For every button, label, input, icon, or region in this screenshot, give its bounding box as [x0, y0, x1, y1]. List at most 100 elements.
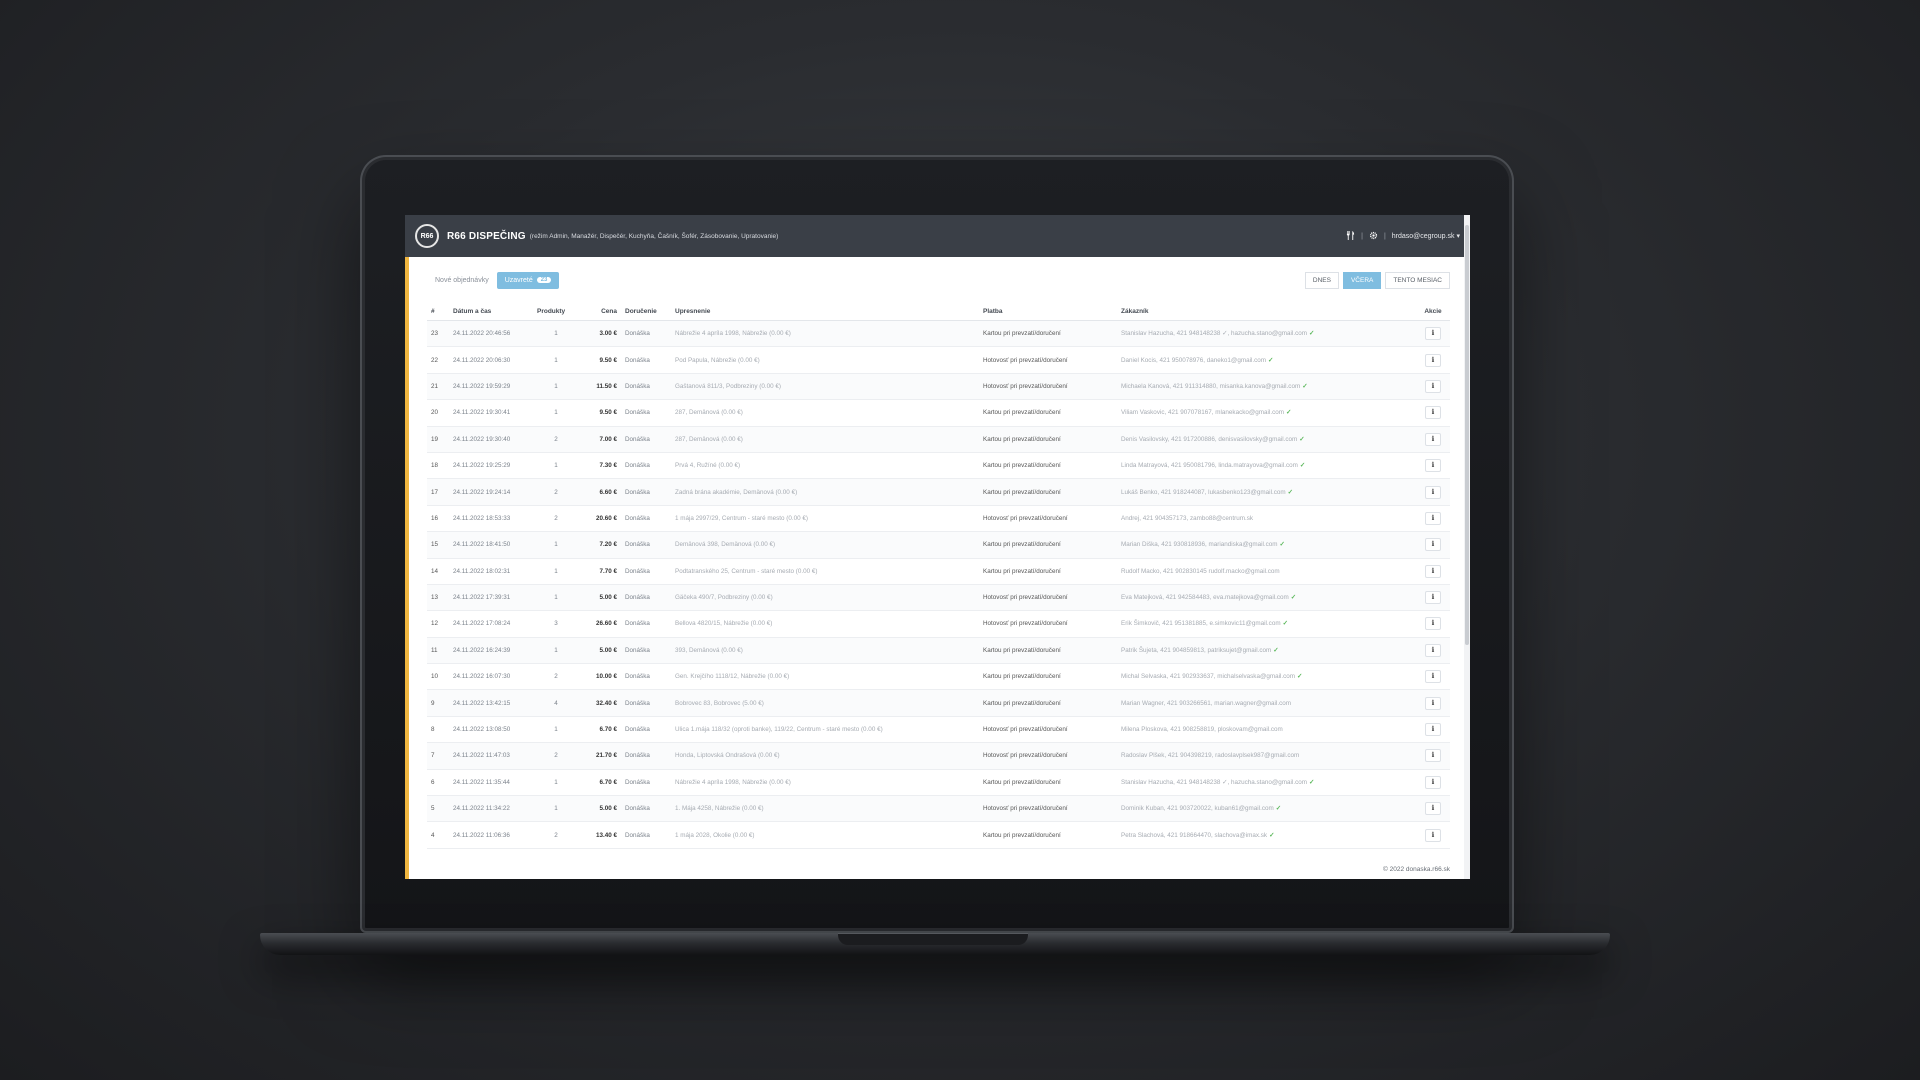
cell-price-text: 9.50 € [599, 409, 617, 417]
cell-products: 2 [533, 742, 579, 770]
cell-price: 5.00 € [579, 637, 621, 665]
cell-payment-text: Hotovosť pri prevzatí/doručení [983, 752, 1068, 760]
cell-products-text: 2 [554, 514, 558, 522]
verified-check-icon: ✓ [1285, 409, 1292, 417]
tabs-row: Nové objednávky Uzavreté 23 DNES VČERA T… [427, 269, 1450, 291]
cell-products: 1 [533, 399, 579, 427]
tab-closed[interactable]: Uzavreté 23 [496, 271, 560, 289]
table-row[interactable]: 13 24.11.2022 17:39:31 1 5.00 € Donáška Gäček… [427, 584, 1450, 612]
cell-customer-text: Michaela Kanová, 421 911314880, misanka.… [1121, 382, 1301, 390]
order-detail-button[interactable]: ℹ [1425, 564, 1441, 578]
table-row[interactable]: 8 24.11.2022 13:08:50 1 6.70 € Donáška Ulica … [427, 716, 1450, 744]
cell-id: 23 [427, 320, 449, 348]
brand-logo[interactable]: R66 [415, 224, 439, 248]
order-detail-button[interactable]: ℹ [1425, 617, 1441, 631]
cell-id: 10 [427, 663, 449, 691]
table-row[interactable]: 7 24.11.2022 11:47:03 2 21.70 € Donáška Honda… [427, 742, 1450, 770]
table-row[interactable]: 9 24.11.2022 13:42:15 4 32.40 € Donáška Bobro… [427, 689, 1450, 717]
order-detail-button[interactable]: ℹ [1425, 591, 1441, 605]
table-row[interactable]: 5 24.11.2022 11:34:22 1 5.00 € Donáška 1. Máj… [427, 795, 1450, 823]
scrollbar-thumb[interactable] [1465, 225, 1469, 645]
cell-note-text: Nábrežie 4 apríla 1998, Nábrežie (0.00 €… [675, 330, 791, 338]
order-detail-button[interactable]: ℹ [1425, 723, 1441, 737]
filter-today-button[interactable]: DNES [1304, 271, 1339, 289]
cell-products: 2 [533, 821, 579, 849]
order-detail-button[interactable]: ℹ [1425, 432, 1441, 446]
order-detail-button[interactable]: ℹ [1425, 406, 1441, 420]
order-detail-button[interactable]: ℹ [1425, 749, 1441, 763]
cell-delivery-text: Donáška [625, 356, 650, 364]
cell-price-text: 5.00 € [599, 594, 617, 602]
order-detail-button[interactable]: ℹ [1425, 379, 1441, 393]
order-detail-button[interactable]: ℹ [1425, 353, 1441, 367]
cell-delivery-text: Donáška [625, 831, 650, 839]
order-detail-button[interactable]: ℹ [1425, 828, 1441, 842]
filter-yesterday-button[interactable]: VČERA [1342, 271, 1382, 289]
cell-price: 26.60 € [579, 610, 621, 638]
cell-datetime-text: 24.11.2022 19:24:14 [453, 488, 511, 496]
cell-payment-text: Kartou pri prevzatí/doručení [983, 409, 1061, 417]
filter-this-month-button[interactable]: TENTO MESIAC [1385, 271, 1450, 289]
cell-payment: Kartou pri prevzatí/doručení [979, 531, 1117, 559]
order-detail-button[interactable]: ℹ [1425, 511, 1441, 525]
scrollbar[interactable] [1464, 215, 1470, 879]
cell-actions: ℹ [1416, 610, 1450, 638]
cell-price-text: 20.60 € [595, 514, 617, 522]
cell-products: 2 [533, 505, 579, 533]
order-detail-button[interactable]: ℹ [1425, 670, 1441, 684]
cell-payment-text: Kartou pri prevzatí/doručení [983, 330, 1061, 338]
order-detail-button[interactable]: ℹ [1425, 696, 1441, 710]
cell-customer-text: Denis Vasilovsky, 421 917200886, denisva… [1121, 435, 1298, 443]
table-row[interactable]: 20 24.11.2022 19:30:41 1 9.50 € Donáška 287, … [427, 399, 1450, 427]
table-row[interactable]: 14 24.11.2022 18:02:31 1 7.70 € Donáška Podta… [427, 558, 1450, 585]
order-detail-button[interactable]: ℹ [1425, 802, 1441, 816]
table-row[interactable]: 19 24.11.2022 19:30:40 2 7.00 € Donáška 287, … [427, 426, 1450, 453]
cell-price-text: 9.50 € [599, 356, 617, 364]
cell-customer-text: Radoslav Plšek, 421 904398219, radoslavp… [1121, 752, 1300, 760]
cell-payment-text: Kartou pri prevzatí/doručení [983, 435, 1061, 443]
cell-customer-text: Marian Diška, 421 930818936, mariandiska… [1121, 541, 1278, 549]
table-row[interactable]: 22 24.11.2022 20:06:30 1 9.50 € Donáška Pod P… [427, 346, 1450, 374]
restaurant-icon[interactable] [1346, 230, 1355, 242]
cell-payment-text: Kartou pri prevzatí/doručení [983, 831, 1061, 839]
order-detail-button[interactable]: ℹ [1425, 643, 1441, 657]
order-detail-button[interactable]: ℹ [1425, 327, 1441, 341]
cell-id-text: 16 [431, 514, 439, 522]
table-row[interactable]: 15 24.11.2022 18:41:50 1 7.20 € Donáška Demän… [427, 531, 1450, 559]
cell-datetime-text: 24.11.2022 20:06:30 [453, 356, 511, 364]
table-row[interactable]: 18 24.11.2022 19:25:29 1 7.30 € Donáška Prvá … [427, 452, 1450, 480]
table-row[interactable]: 17 24.11.2022 19:24:14 2 6.60 € Donáška Zadná… [427, 478, 1450, 506]
cell-payment-text: Kartou pri prevzatí/doručení [983, 778, 1061, 786]
table-row[interactable]: 12 24.11.2022 17:08:24 3 26.60 € Donáška Bell… [427, 610, 1450, 638]
cell-price-text: 6.70 € [599, 726, 617, 734]
gear-icon[interactable] [1369, 231, 1378, 242]
tab-new-orders[interactable]: Nové objednávky [427, 277, 497, 284]
table-row[interactable]: 4 24.11.2022 11:06:36 2 13.40 € Donáška 1 máj… [427, 821, 1450, 849]
cell-customer-text: Rudolf Macko, 421 902830145 rudolf.macko… [1121, 567, 1280, 575]
order-detail-button[interactable]: ℹ [1425, 538, 1441, 552]
cell-products-text: 1 [554, 778, 558, 786]
cell-customer: Lukáš Benko, 421 918244087, lukasbenko12… [1117, 478, 1416, 506]
order-detail-button[interactable]: ℹ [1425, 459, 1441, 473]
order-detail-button[interactable]: ℹ [1425, 775, 1441, 789]
cell-delivery-text: Donáška [625, 409, 650, 417]
table-row[interactable]: 11 24.11.2022 16:24:39 1 5.00 € Donáška 393, … [427, 637, 1450, 665]
user-menu[interactable]: hrdaso@cegroup.sk ▾ [1392, 232, 1460, 240]
cell-delivery-text: Donáška [625, 594, 650, 602]
table-row[interactable]: 10 24.11.2022 16:07:30 2 10.00 € Donáška Gen.… [427, 663, 1450, 691]
cell-customer: Radoslav Plšek, 421 904398219, radoslavp… [1117, 742, 1416, 770]
cell-id-text: 10 [431, 673, 439, 681]
cell-actions: ℹ [1416, 716, 1450, 744]
verified-check-icon: ✓ [1275, 805, 1281, 813]
table-row[interactable]: 23 24.11.2022 20:46:56 1 3.00 € Donáška Nábre… [427, 320, 1450, 348]
table-row[interactable]: 6 24.11.2022 11:35:44 1 6.70 € Donáška Nábrež… [427, 769, 1450, 797]
cell-price: 3.00 € [579, 320, 621, 348]
table-row[interactable]: 16 24.11.2022 18:53:33 2 20.60 € Donáška 1 má… [427, 505, 1450, 533]
cell-id: 11 [427, 637, 449, 665]
table-row[interactable]: 21 24.11.2022 19:59:29 1 11.50 € Donáška Gašt… [427, 373, 1450, 401]
cell-delivery: Donáška [621, 320, 671, 348]
cell-actions: ℹ [1416, 452, 1450, 480]
cell-note-text: Podtatranského 25, Centrum - staré mesto… [675, 567, 818, 575]
cell-price: 9.50 € [579, 399, 621, 427]
order-detail-button[interactable]: ℹ [1425, 485, 1441, 499]
